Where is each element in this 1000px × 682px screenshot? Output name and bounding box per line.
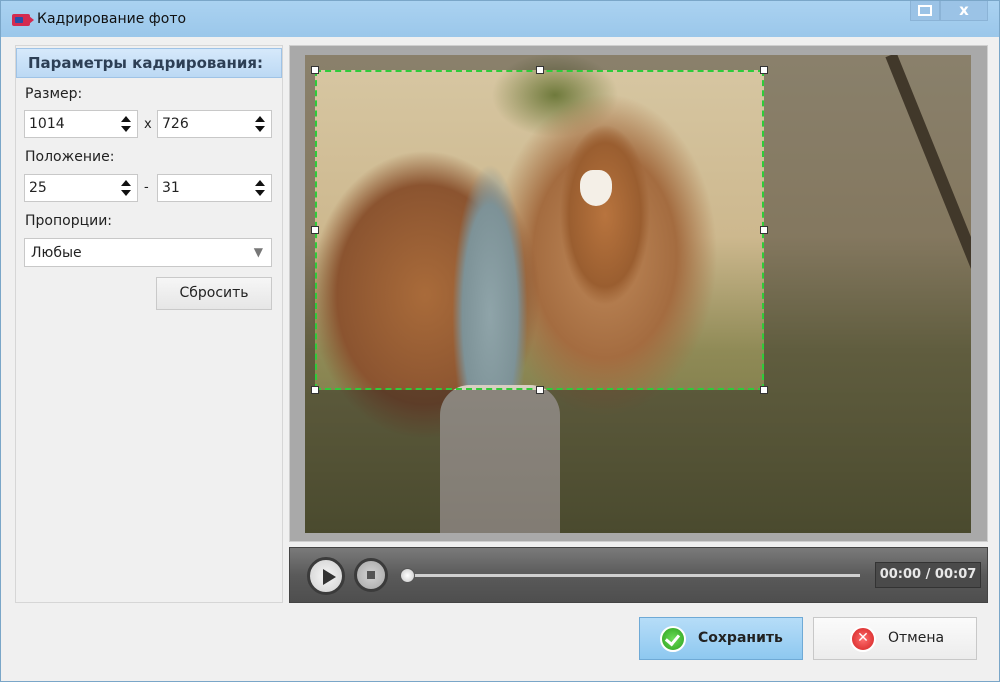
spinner-arrows-icon[interactable] bbox=[121, 179, 131, 197]
size-label: Размер: bbox=[25, 86, 83, 102]
window-title: Кадрирование фото bbox=[37, 11, 187, 27]
maximize-button[interactable] bbox=[910, 1, 940, 21]
cancel-button[interactable]: ✕ Отмена bbox=[813, 617, 977, 660]
time-display: 00:00 / 00:07 bbox=[875, 562, 981, 588]
position-y-stepper[interactable]: 31 bbox=[157, 174, 272, 202]
photo-preview[interactable] bbox=[305, 55, 971, 533]
close-button[interactable]: x bbox=[940, 1, 988, 21]
reset-button[interactable]: Сбросить bbox=[156, 277, 272, 310]
save-label: Сохранить bbox=[698, 630, 783, 646]
position-label: Положение: bbox=[25, 149, 115, 165]
crop-settings-panel: Параметры кадрирования: Размер: 1014 x 7… bbox=[15, 45, 283, 603]
position-x-value: 25 bbox=[29, 180, 47, 196]
checkmark-icon bbox=[660, 626, 686, 652]
maximize-icon bbox=[918, 5, 932, 16]
ratio-value: Любые bbox=[31, 245, 82, 261]
crop-handle-bottom[interactable] bbox=[536, 386, 544, 394]
crop-rectangle[interactable] bbox=[315, 70, 764, 390]
crop-dialog: Кадрирование фото x Параметры кадрирован… bbox=[0, 0, 1000, 682]
dim-overlay-right bbox=[764, 70, 971, 390]
position-separator: - bbox=[144, 180, 149, 195]
title-bar: Кадрирование фото x bbox=[1, 1, 999, 37]
width-value: 1014 bbox=[29, 116, 65, 132]
app-icon bbox=[12, 14, 34, 26]
save-button[interactable]: Сохранить bbox=[639, 617, 803, 660]
preview-frame bbox=[289, 45, 988, 542]
ratio-label: Пропорции: bbox=[25, 213, 113, 229]
panel-header: Параметры кадрирования: bbox=[16, 48, 282, 78]
spinner-arrows-icon[interactable] bbox=[121, 115, 131, 133]
seek-track[interactable] bbox=[408, 574, 860, 577]
crop-handle-top[interactable] bbox=[536, 66, 544, 74]
height-value: 726 bbox=[162, 116, 189, 132]
height-stepper[interactable]: 726 bbox=[157, 110, 272, 138]
ratio-dropdown[interactable]: Любые ▼ bbox=[24, 238, 272, 267]
player-bar: 00:00 / 00:07 bbox=[289, 547, 988, 603]
seek-thumb[interactable] bbox=[400, 568, 415, 583]
size-separator: x bbox=[144, 117, 152, 132]
spinner-arrows-icon[interactable] bbox=[255, 115, 265, 133]
crop-handle-bottom-right[interactable] bbox=[760, 386, 768, 394]
dim-overlay-top bbox=[305, 55, 971, 70]
width-stepper[interactable]: 1014 bbox=[24, 110, 138, 138]
play-icon[interactable] bbox=[307, 557, 345, 595]
crop-handle-right[interactable] bbox=[760, 226, 768, 234]
spinner-arrows-icon[interactable] bbox=[255, 179, 265, 197]
stop-icon[interactable] bbox=[354, 558, 388, 592]
crop-handle-bottom-left[interactable] bbox=[311, 386, 319, 394]
position-y-value: 31 bbox=[162, 180, 180, 196]
crop-handle-top-left[interactable] bbox=[311, 66, 319, 74]
close-icon: ✕ bbox=[850, 626, 876, 652]
dim-overlay-bottom bbox=[305, 390, 971, 533]
crop-handle-left[interactable] bbox=[311, 226, 319, 234]
position-x-stepper[interactable]: 25 bbox=[24, 174, 138, 202]
chevron-down-icon: ▼ bbox=[253, 245, 263, 259]
cancel-label: Отмена bbox=[888, 630, 945, 646]
crop-handle-top-right[interactable] bbox=[760, 66, 768, 74]
window-controls: x bbox=[910, 1, 988, 23]
